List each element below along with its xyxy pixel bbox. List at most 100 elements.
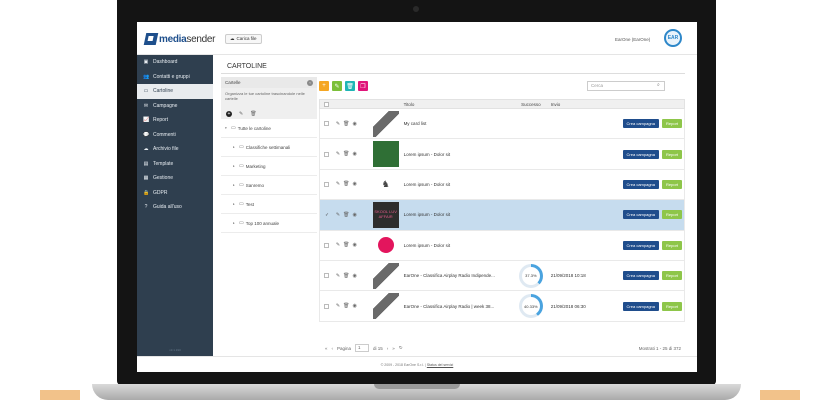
column-success[interactable]: Successo xyxy=(513,102,549,107)
brand-logo[interactable]: mediasender xyxy=(143,32,215,46)
report-button[interactable]: Report xyxy=(662,301,683,311)
first-page-icon[interactable]: « xyxy=(325,346,328,351)
refresh-icon[interactable]: ↻ xyxy=(399,345,403,351)
sidebar-item-chart[interactable]: 📈 Report xyxy=(137,113,213,128)
sidebar-item-comments[interactable]: 💬 Commenti xyxy=(137,128,213,143)
duplicate-card-button[interactable]: ❐ xyxy=(358,81,368,91)
eye-icon[interactable]: ◉ xyxy=(352,273,356,279)
prev-page-icon[interactable]: ‹ xyxy=(332,346,334,351)
footer-status-link[interactable]: Status del servizi xyxy=(427,363,453,367)
row-checkbox[interactable] xyxy=(320,151,334,157)
add-card-button[interactable]: + xyxy=(319,81,329,91)
trash-icon[interactable]: 🗑 xyxy=(343,151,349,157)
last-page-icon[interactable]: » xyxy=(392,346,395,351)
sidebar-item-cloud[interactable]: ☁ Archivio file xyxy=(137,142,213,157)
edit-icon[interactable]: ✎ xyxy=(336,181,340,187)
row-checkbox[interactable] xyxy=(320,303,334,309)
card-title[interactable]: Lorem ipsum - Dolor sit xyxy=(402,243,513,248)
search-icon[interactable]: ⌕ xyxy=(657,82,660,88)
edit-icon[interactable]: ✎ xyxy=(336,121,340,127)
sidebar-item-lock[interactable]: 🔒 GDPR xyxy=(137,186,213,201)
edit-folder-icon[interactable]: ✎ xyxy=(239,111,243,117)
report-button[interactable]: Report xyxy=(662,149,683,159)
avatar[interactable]: EAR xyxy=(664,29,682,47)
sidebar-item-dashboard[interactable]: ▣ Dashboard xyxy=(137,55,213,70)
trash-icon[interactable]: 🗑 xyxy=(343,242,349,248)
trash-icon[interactable]: 🗑 xyxy=(343,303,349,309)
eye-icon[interactable]: ◉ xyxy=(352,181,356,187)
trash-icon[interactable]: 🗑 xyxy=(343,121,349,127)
row-checkbox[interactable] xyxy=(320,181,334,187)
create-campaign-button[interactable]: Crea campagna xyxy=(622,301,659,311)
sidebar-item-folder[interactable]: ▦ Gestione xyxy=(137,171,213,186)
card-title[interactable]: My card list xyxy=(402,121,513,126)
row-checkbox[interactable] xyxy=(320,121,334,127)
table-row[interactable]: ✎ 🗑 ◉ Lorem ipsum - Dolor sit Crea campagna R… xyxy=(319,230,685,261)
eye-icon[interactable]: ◉ xyxy=(352,212,356,218)
edit-icon[interactable]: ✎ xyxy=(336,273,340,279)
table-row[interactable]: ✎ 🗑 ◉ ♞ Lorem ipsum - Dolor sit Crea campagna… xyxy=(319,169,685,201)
card-title[interactable]: Lorem ipsum - Dolor sit xyxy=(402,182,513,187)
add-folder-icon[interactable]: + xyxy=(226,110,232,117)
sidebar-item-template[interactable]: ▤ Template xyxy=(137,157,213,172)
table-row[interactable]: ✎ 🗑 ◉ EarOne - Classifica Airplay Radio | w… xyxy=(319,291,685,322)
user-name[interactable]: EarOne (EarOne) xyxy=(615,37,650,42)
delete-folder-icon[interactable]: 🗑 xyxy=(250,111,256,117)
edit-icon[interactable]: ✎ xyxy=(336,151,340,157)
logo-mark-icon xyxy=(143,33,159,45)
trash-icon[interactable]: 🗑 xyxy=(343,273,349,279)
eye-icon[interactable]: ◉ xyxy=(352,303,356,309)
card-title[interactable]: Lorem ipsum - Dolor sit xyxy=(402,212,513,217)
card-title[interactable]: EarOne - Classifica Airplay Radio Indipe… xyxy=(402,273,513,278)
page-number-input[interactable]: 1 xyxy=(355,344,370,352)
search-input[interactable]: Cerca xyxy=(587,81,665,91)
next-page-icon[interactable]: › xyxy=(387,346,389,351)
folder-tree-item[interactable]: ▸ ▭ Top 100 annuale xyxy=(221,214,317,233)
create-campaign-button[interactable]: Crea campagna xyxy=(622,179,659,189)
card-title[interactable]: EarOne - Classifica Airplay Radio | week… xyxy=(402,304,513,309)
folder-tree-item[interactable]: ▸ ▭ Test xyxy=(221,195,317,214)
report-button[interactable]: Report xyxy=(662,179,683,189)
delete-card-button[interactable]: 🗑 xyxy=(345,81,355,91)
sidebar-item-envelope[interactable]: ✉ Campagne xyxy=(137,99,213,114)
folder-tree-item[interactable]: ▸ ▭ Sanremo xyxy=(221,176,317,195)
folder-tree-root[interactable]: ▾ ▭ Tutte le cartoline xyxy=(221,119,317,138)
edit-icon[interactable]: ✎ xyxy=(336,212,340,218)
column-title[interactable]: Titolo xyxy=(402,102,513,107)
trash-icon[interactable]: 🗑 xyxy=(343,212,349,218)
table-row[interactable]: ✎ 🗑 ◉ EarOne - Classifica Airplay Radio Ind… xyxy=(319,260,685,292)
report-button[interactable]: Report xyxy=(662,240,683,250)
sidebar-item-users[interactable]: 👥 Contatti e gruppi xyxy=(137,70,213,85)
trash-icon[interactable]: 🗑 xyxy=(343,181,349,187)
edit-card-button[interactable]: ✎ xyxy=(332,81,342,91)
create-campaign-button[interactable]: Crea campagna xyxy=(622,149,659,159)
report-button[interactable]: Report xyxy=(662,210,683,220)
create-campaign-button[interactable]: Crea campagna xyxy=(622,210,659,220)
select-all-checkbox[interactable] xyxy=(320,101,334,107)
table-row[interactable]: ✎ 🗑 ◉ Lorem ipsum - Dolor sit Crea campagna R… xyxy=(319,139,685,170)
row-checkbox[interactable] xyxy=(320,242,334,248)
table-row[interactable]: ✓ ✎ 🗑 ◉ SKOOL LUV AFFAIR Lorem ipsum - Dolor … xyxy=(319,200,685,231)
eye-icon[interactable]: ◉ xyxy=(352,242,356,248)
folder-tree-item[interactable]: ▸ ▭ Marketing xyxy=(221,157,317,176)
report-button[interactable]: Report xyxy=(662,119,683,129)
folder-tree-item[interactable]: ▸ ▭ Classifiche settimanali xyxy=(221,138,317,157)
create-campaign-button[interactable]: Crea campagna xyxy=(622,119,659,129)
upload-file-button[interactable]: ☁ Carica file xyxy=(225,34,262,44)
sidebar-item-postcard[interactable]: ▭ Cartoline xyxy=(137,84,213,99)
row-checkbox[interactable] xyxy=(320,273,334,279)
sidebar-item-help[interactable]: ? Guida all'uso xyxy=(137,200,213,215)
report-button[interactable]: Report xyxy=(662,271,683,281)
eye-icon[interactable]: ◉ xyxy=(352,151,356,157)
edit-icon[interactable]: ✎ xyxy=(336,303,340,309)
card-title[interactable]: Lorem ipsum - Dolor sit xyxy=(402,152,513,157)
column-sent[interactable]: Invio xyxy=(549,102,595,107)
create-campaign-button[interactable]: Crea campagna xyxy=(622,271,659,281)
table-row[interactable]: ✎ 🗑 ◉ My card list Crea campagna Report xyxy=(319,109,685,140)
edit-icon[interactable]: ✎ xyxy=(336,242,340,248)
row-checkbox[interactable]: ✓ xyxy=(320,212,334,218)
eye-icon[interactable]: ◉ xyxy=(352,121,356,127)
create-campaign-button[interactable]: Crea campagna xyxy=(622,240,659,250)
collapse-icon[interactable]: ‹ xyxy=(307,79,313,86)
folder-tools: + ✎ 🗑 xyxy=(221,108,317,119)
